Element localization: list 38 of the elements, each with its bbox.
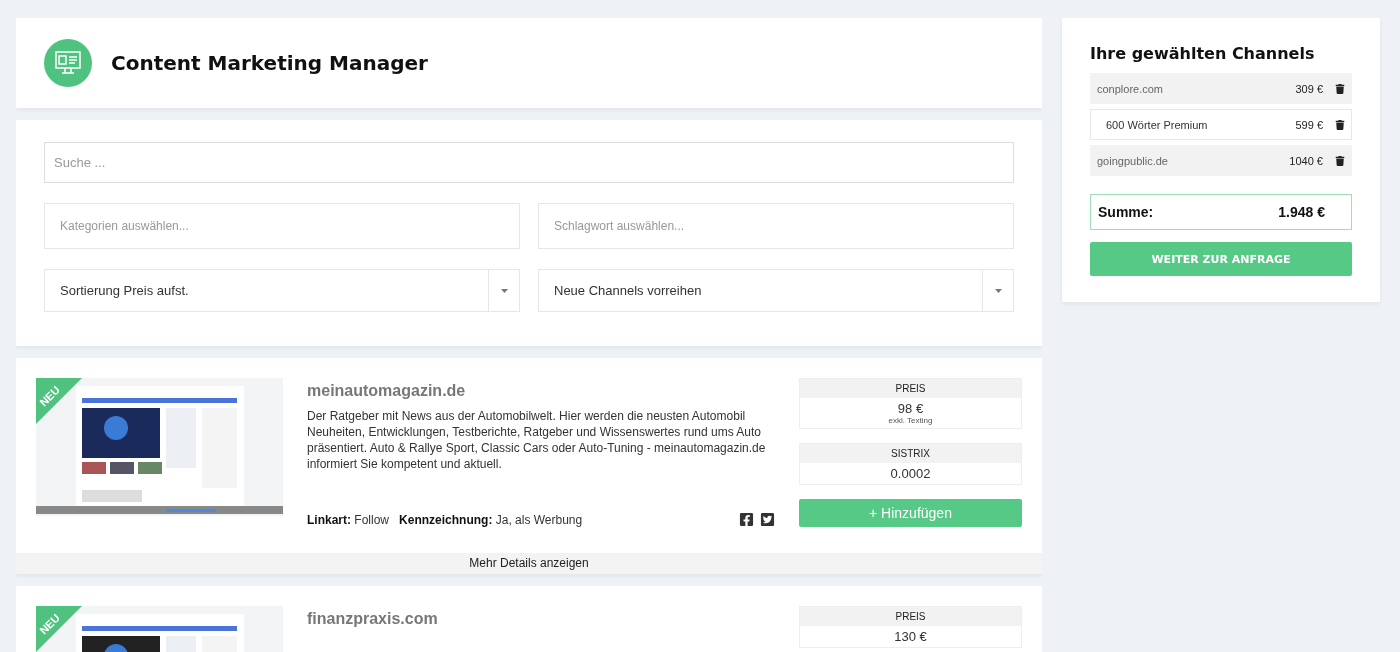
item-name: conplore.com <box>1097 82 1165 95</box>
keyword-field[interactable]: Schlagwort auswählen... <box>538 203 1014 249</box>
monitor-icon <box>44 39 92 87</box>
facebook-icon[interactable] <box>739 512 754 527</box>
category-field[interactable]: Kategorien auswählen... <box>44 203 520 249</box>
caret-icon <box>994 288 1002 293</box>
trash-icon[interactable] <box>1335 83 1345 94</box>
item-price: 1040 € <box>1289 154 1323 167</box>
twitter-icon[interactable] <box>760 512 775 527</box>
corner-ribbon <box>36 378 82 424</box>
price-value: 130 € <box>893 628 928 646</box>
sistrix-value: 0.0002 <box>889 465 932 483</box>
sort-dropdown[interactable]: Sortierung Preis aufst. <box>44 269 520 312</box>
corner-ribbon <box>36 606 82 652</box>
sort-dropdown[interactable]: Neue Channels vorreihen <box>538 269 1014 312</box>
item-name: 600 Wörter Premium <box>1105 118 1209 131</box>
item-price: 309 € <box>1295 82 1323 95</box>
price-value: 98 € <box>896 400 925 418</box>
marking-info: Kennzeichnung: Ja, als Werbung <box>399 512 583 527</box>
item-name: goingpublic.de <box>1097 154 1169 167</box>
trash-icon[interactable] <box>1335 119 1345 130</box>
sistrix-label: SISTRIX <box>800 444 1021 463</box>
cart-title: Ihre gewählten Channels <box>1090 44 1316 63</box>
price-label: PREIS <box>800 379 1021 398</box>
page-title: Content Marketing Manager <box>111 51 428 75</box>
price-note: exkl. Texting <box>887 416 934 427</box>
trash-icon[interactable] <box>1335 155 1345 166</box>
details-link[interactable]: Mehr Details anzeigen <box>16 553 1042 574</box>
total-label: Summe: <box>1098 204 1155 220</box>
search-field[interactable]: Suche ... <box>44 142 1014 183</box>
price-label: PREIS <box>800 607 1021 626</box>
channel-description: Der Ratgeber mit News aus der Automobilwelt. Hier werden die neusten Automobil Neuheiten, Entwicklungen, Testberichte, Ratgeber und Wissenswertes rund ums Auto präsentiert. Auto & Rallye Sport, Classic Cars oder Auto-Tuning - meinautomagazin.de informiert Sie kompetent und aktuell. <box>307 408 767 472</box>
link-type: Linkart: Follow <box>307 512 390 527</box>
channel-domain[interactable]: finanzpraxis.com <box>307 610 775 628</box>
channel-domain[interactable]: meinautomagazin.de <box>307 382 775 400</box>
caret-icon <box>500 288 508 293</box>
item-price: 599 € <box>1295 118 1323 131</box>
total-value: 1.948 € <box>1278 204 1325 220</box>
